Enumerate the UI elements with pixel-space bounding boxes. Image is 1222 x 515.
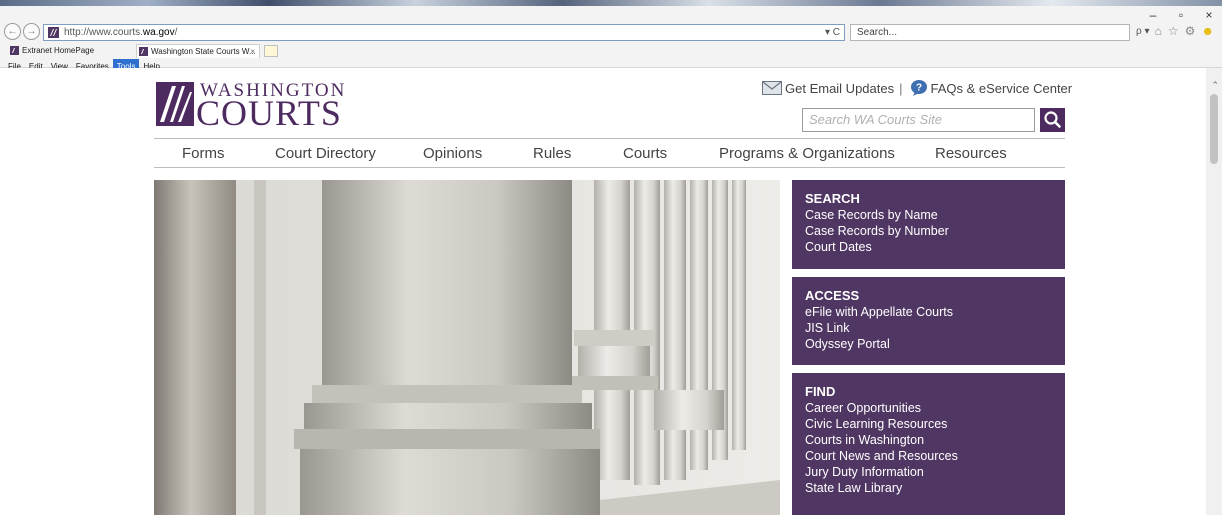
email-envelope-icon (762, 81, 782, 95)
favorites-star-icon[interactable]: ☆ (1168, 24, 1179, 38)
tab-title: Extranet HomePage (22, 46, 95, 55)
link-courts-in-washington[interactable]: Courts in Washington (805, 432, 1052, 448)
site-search-button[interactable] (1040, 108, 1065, 132)
site-search-input[interactable]: Search WA Courts Site (802, 108, 1035, 132)
browser-search-input[interactable]: Search... (850, 24, 1130, 41)
utility-links: Get Email Updates | ? FAQs & eService Ce… (762, 79, 1072, 97)
url-host: wa.gov (142, 27, 175, 38)
panel-access: ACCESS eFile with Appellate Courts JIS L… (792, 277, 1065, 365)
link-efile-appellate-courts[interactable]: eFile with Appellate Courts (805, 304, 1052, 320)
link-career-opportunities[interactable]: Career Opportunities (805, 400, 1052, 416)
panel-heading-access: ACCESS (805, 288, 860, 303)
panel-heading-search: SEARCH (805, 191, 860, 206)
svg-text:?: ? (915, 83, 921, 94)
window-controls: – ▫ × (1146, 8, 1216, 22)
browser-chrome: – ▫ × ← → http://www.courts.wa.gov/ ▾ C … (0, 6, 1222, 74)
refresh-dropdown-icon[interactable]: ▾ C (825, 25, 840, 40)
forward-button[interactable]: → (23, 23, 40, 40)
nav-rules[interactable]: Rules (533, 145, 571, 162)
restore-button[interactable]: ▫ (1174, 8, 1188, 22)
logo-text-courts: COURTS (196, 93, 342, 133)
back-button[interactable]: ← (4, 23, 21, 40)
link-civic-learning-resources[interactable]: Civic Learning Resources (805, 416, 1052, 432)
utility-separator: | (899, 80, 903, 96)
panel-find: FIND Career Opportunities Civic Learning… (792, 373, 1065, 515)
nav-court-directory[interactable]: Court Directory (275, 145, 376, 162)
smiley-feedback-icon[interactable]: ☻ (1201, 24, 1214, 38)
settings-gear-icon[interactable]: ⚙ (1185, 24, 1196, 38)
link-odyssey-portal[interactable]: Odyssey Portal (805, 336, 1052, 352)
nav-programs-organizations[interactable]: Programs & Organizations (719, 145, 895, 162)
nav-courts[interactable]: Courts (623, 145, 667, 162)
hero-columns-illustration (154, 180, 780, 515)
nav-opinions[interactable]: Opinions (423, 145, 482, 162)
panel-search: SEARCH Case Records by Name Case Records… (792, 180, 1065, 269)
link-case-records-by-number[interactable]: Case Records by Number (805, 223, 1052, 239)
scroll-up-arrow-icon[interactable]: ⌃ (1211, 80, 1219, 91)
url-prefix: http://www.courts. (64, 27, 143, 38)
faqs-eservice-center-link[interactable]: FAQs & eService Center (931, 81, 1073, 96)
home-icon[interactable]: ⌂ (1155, 24, 1162, 38)
browser-toolbar-icons: ⌂ ☆ ⚙ ☻ (1155, 24, 1214, 38)
nav-resources[interactable]: Resources (935, 145, 1007, 162)
washington-courts-logo[interactable]: WASHINGTON COURTS (156, 80, 356, 133)
courts-logo-mark-icon (156, 82, 194, 126)
tab-washington-courts[interactable]: Washington State Courts W... × (136, 44, 260, 58)
forward-arrow-icon: → (26, 26, 37, 37)
site-favicon-icon (48, 27, 59, 38)
main-navigation: Forms Court Directory Opinions Rules Cou… (154, 138, 1065, 168)
back-arrow-icon: ← (7, 26, 18, 37)
address-bar[interactable]: http://www.courts.wa.gov/ ▾ C (43, 24, 845, 41)
panel-heading-find: FIND (805, 384, 836, 399)
url-suffix: / (174, 27, 178, 38)
faq-speech-bubble-icon: ? (910, 80, 927, 96)
link-court-dates[interactable]: Court Dates (805, 239, 1052, 255)
link-jury-duty-information[interactable]: Jury Duty Information (805, 464, 1052, 480)
nav-forms[interactable]: Forms (182, 145, 225, 162)
link-state-law-library[interactable]: State Law Library (805, 480, 1052, 496)
search-provider-dropdown-icon[interactable]: ρ ▾ (1136, 26, 1150, 37)
link-jis-link[interactable]: JIS Link (805, 320, 1052, 336)
hero-columns-image (154, 180, 780, 515)
tab-extranet-homepage[interactable]: Extranet HomePage (8, 44, 136, 58)
tab-title: Washington State Courts W... (151, 47, 256, 56)
screen: – ▫ × ← → http://www.courts.wa.gov/ ▾ C … (0, 0, 1222, 515)
minimize-button[interactable]: – (1146, 8, 1160, 22)
close-tab-icon[interactable]: × (250, 45, 255, 58)
link-case-records-by-name[interactable]: Case Records by Name (805, 207, 1052, 223)
new-tab-button[interactable] (264, 45, 278, 57)
tab-favicon-icon (139, 47, 148, 56)
close-window-button[interactable]: × (1202, 8, 1216, 22)
tab-strip: Extranet HomePage Washington State Court… (8, 44, 278, 58)
get-email-updates-link[interactable]: Get Email Updates (785, 81, 894, 96)
tab-favicon-icon (10, 46, 19, 55)
magnifier-search-icon (1044, 111, 1061, 128)
link-court-news-resources[interactable]: Court News and Resources (805, 448, 1052, 464)
scrollbar-thumb[interactable] (1210, 94, 1218, 164)
